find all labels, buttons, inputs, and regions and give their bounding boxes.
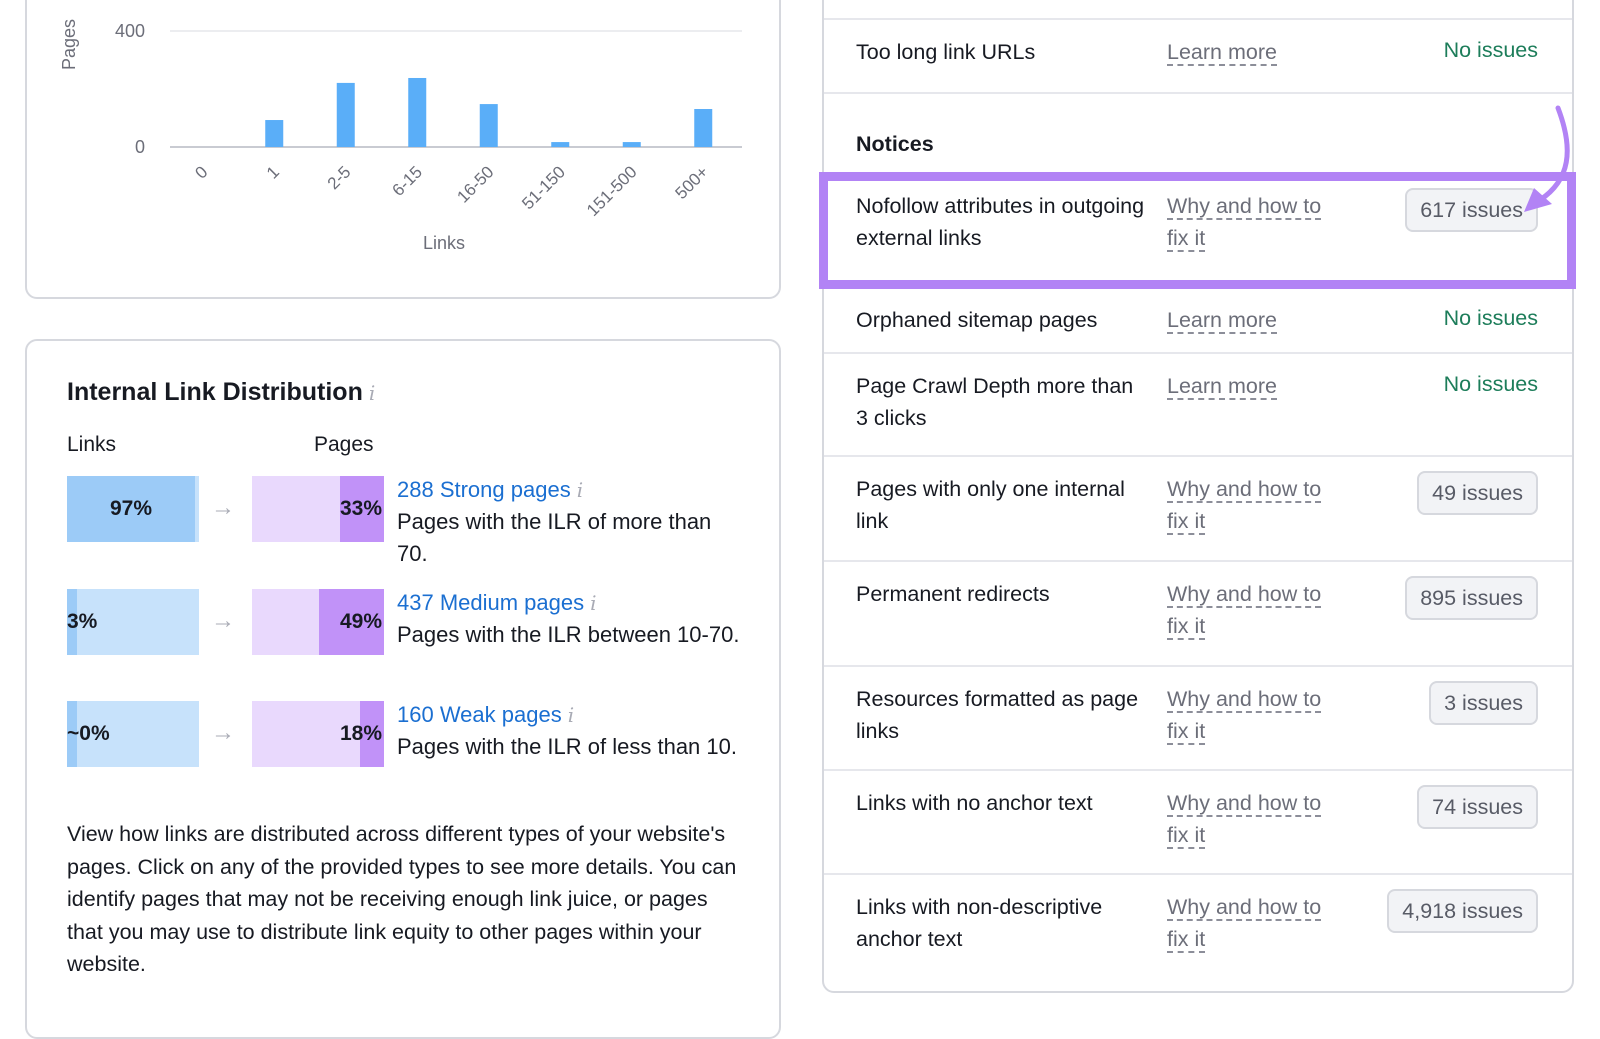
links-share-bar[interactable]: 97% (67, 476, 199, 542)
issues-count-badge[interactable]: 617 issues (1405, 188, 1538, 232)
why-and-how-link[interactable]: Why and how to fix it (1167, 891, 1327, 955)
links-share-bar[interactable]: 3% (67, 589, 199, 655)
issue-name: Nofollow attributes in outgoing external… (856, 194, 1145, 250)
issue-name: Permanent redirects (856, 582, 1050, 606)
why-and-how-link[interactable]: Why and how to fix it (1167, 683, 1327, 747)
distribution-text: 288 Strong pages i Pages with the ILR of m… (397, 474, 747, 570)
bar-1[interactable] (265, 120, 284, 147)
page-type-description: Pages with the ILR of less than 10. (397, 734, 737, 759)
links-share-label: 3% (67, 610, 98, 633)
ild-description: View how links are distributed across di… (67, 822, 737, 976)
issue-row: Pages with only one internal link Why and… (824, 455, 1572, 560)
notices-title: Notices (856, 132, 934, 156)
learn-more-link[interactable]: Learn more (1167, 370, 1327, 402)
issue-name: Too long link URLs (856, 40, 1036, 64)
pages-share-label: 18% (339, 722, 382, 745)
arrow-right-icon: → (211, 494, 235, 521)
pages-share-bar[interactable]: 33% (252, 476, 384, 542)
ild-title: Internal Link Distribution i (67, 378, 376, 406)
x-tick-label: 0 (191, 162, 211, 182)
distribution-row[interactable]: 3% → 49% 437 Medium pages i Pages with the IL… (67, 589, 747, 655)
y-axis-title: Pages (59, 18, 79, 70)
bar-6-15[interactable] (408, 77, 427, 147)
x-tick-label: 16-50 (453, 162, 497, 206)
info-icon[interactable]: i (590, 591, 596, 615)
why-and-how-link[interactable]: Why and how to fix it (1167, 473, 1327, 537)
page-type-description: Pages with the ILR between 10-70. (397, 622, 740, 647)
why-and-how-link[interactable]: Why and how to fix it (1167, 190, 1327, 254)
arrow-right-icon: → (211, 607, 235, 634)
issue-name: Page Crawl Depth more than 3 clicks (856, 374, 1134, 430)
why-and-how-link[interactable]: Why and how to fix it (1167, 578, 1327, 642)
issues-count-badge[interactable]: 4,918 issues (1387, 889, 1538, 933)
internal-link-distribution-card: Internal Link Distribution i Links Pages … (25, 339, 781, 1039)
issue-row: Orphaned sitemap pages Learn more No issue… (824, 288, 1572, 352)
issue-name: Orphaned sitemap pages (856, 308, 1098, 332)
learn-more-link[interactable]: Learn more (1167, 36, 1327, 68)
bar-16-50[interactable] (479, 104, 498, 147)
links-bar-chart: 0 400 0 1 2-5 6-15 16-50 51-150 151-500 500+ (115, 21, 742, 220)
info-icon[interactable]: i (577, 478, 583, 502)
bar-500+[interactable] (694, 109, 713, 147)
x-tick-label: 151-500 (583, 162, 641, 220)
no-issues-status: No issues (1443, 38, 1538, 62)
issue-row: Resources formatted as page links Why and… (824, 665, 1572, 769)
links-chart-card: 0 400 0 1 2-5 6-15 16-50 51-150 151-500 500+ Page… (25, 0, 781, 299)
distribution-text: 437 Medium pages i Pages with the ILR betw… (397, 587, 747, 651)
notices-section: Notices (824, 92, 1572, 172)
x-tick-label: 1 (263, 162, 283, 182)
x-tick-label: 500+ (672, 162, 713, 203)
pages-share-label: 49% (339, 610, 382, 633)
issues-count-badge[interactable]: 74 issues (1417, 785, 1538, 829)
bar-2-5[interactable] (336, 82, 355, 147)
info-icon[interactable]: i (568, 703, 574, 727)
arrow-right-icon: → (211, 719, 235, 746)
no-issues-status: No issues (1443, 372, 1538, 396)
distribution-row[interactable]: ~0% → 18% 160 Weak pages i Pages with the ILR… (67, 701, 747, 767)
x-axis-title: Links (423, 233, 466, 253)
y-tick-label: 400 (115, 21, 145, 41)
no-issues-status: No issues (1443, 306, 1538, 330)
pages-share-bar[interactable]: 18% (252, 701, 384, 767)
why-and-how-link[interactable]: Why and how to fix it (1167, 787, 1327, 851)
bar-151-500[interactable] (622, 142, 641, 147)
page-type-link[interactable]: 160 Weak pages i (397, 699, 747, 731)
issue-row: Links with non-descriptive anchor text Wh… (824, 873, 1572, 995)
links-share-bar[interactable]: ~0% (67, 701, 199, 767)
pages-column-header: Pages (314, 433, 374, 456)
links-column-header: Links (67, 433, 117, 456)
issue-name: Links with no anchor text (856, 791, 1093, 815)
distribution-text: 160 Weak pages i Pages with the ILR of les… (397, 699, 747, 763)
page-type-link[interactable]: 288 Strong pages i (397, 474, 747, 506)
issue-row: Links with no anchor text Why and how to … (824, 769, 1572, 873)
links-share-label: ~0% (67, 722, 110, 745)
issue-row: Permanent redirects Why and how to fix it… (824, 560, 1572, 665)
issue-row: Page Crawl Depth more than 3 clicks Learn… (824, 352, 1572, 455)
issues-card: Too long link URLs Learn more No issues … (822, 0, 1574, 993)
issue-row-too-long-urls: Too long link URLs Learn more No issues (824, 18, 1572, 92)
info-icon[interactable]: i (369, 381, 375, 405)
pages-share-bar[interactable]: 49% (252, 589, 384, 655)
distribution-row[interactable]: 97% → 33% 288 Strong pages i Pages with the I… (67, 476, 747, 566)
pages-share-label: 33% (339, 497, 382, 520)
issue-name: Pages with only one internal link (856, 477, 1125, 533)
bar-51-150[interactable] (551, 142, 570, 147)
page-type-description: Pages with the ILR of more than 70. (397, 509, 712, 566)
page-type-link[interactable]: 437 Medium pages i (397, 587, 747, 619)
issues-count-badge[interactable]: 49 issues (1417, 471, 1538, 515)
issues-count-badge[interactable]: 3 issues (1429, 681, 1538, 725)
x-tick-label: 6-15 (389, 162, 426, 199)
issue-name: Resources formatted as page links (856, 687, 1139, 743)
links-share-label: 97% (110, 497, 153, 520)
learn-more-link[interactable]: Learn more (1167, 304, 1327, 336)
x-tick-label: 51-150 (518, 162, 569, 213)
x-tick-label: 2-5 (324, 162, 355, 193)
issues-count-badge[interactable]: 895 issues (1405, 576, 1538, 620)
y-tick-label: 0 (135, 137, 145, 157)
issue-name: Links with non-descriptive anchor text (856, 895, 1103, 951)
issue-row: Nofollow attributes in outgoing external… (824, 172, 1572, 288)
